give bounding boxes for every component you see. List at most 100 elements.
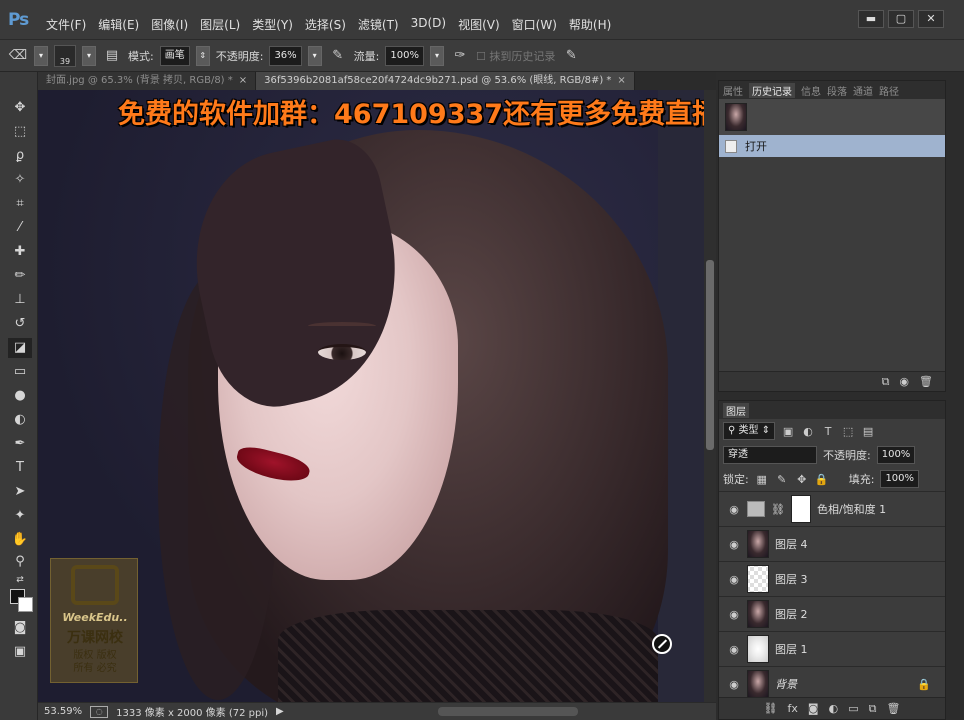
lock-transparency-icon[interactable]: ▦	[755, 473, 769, 486]
horizontal-scroll-thumb[interactable]	[438, 707, 578, 716]
layer-row-1[interactable]: ◉ 图层 1	[719, 631, 945, 666]
layer-row-4[interactable]: ◉ 图层 4	[719, 526, 945, 561]
layer-mask-thumbnail[interactable]	[790, 495, 811, 523]
shape-tool-icon[interactable]: ✦	[8, 506, 32, 526]
status-menu-arrow-icon[interactable]: ▶	[276, 706, 284, 717]
marquee-tool-icon[interactable]: ⬚	[8, 122, 32, 142]
document-tab-1[interactable]: 封面.jpg @ 65.3% (背景 拷贝, RGB/8) * ×	[38, 72, 257, 90]
eye-icon[interactable]: ◉	[727, 608, 741, 621]
zoom-tool-icon[interactable]: ⚲	[8, 552, 32, 572]
close-button[interactable]: ✕	[918, 10, 944, 28]
status-preview-icon[interactable]: ◌	[90, 705, 109, 718]
camera-icon[interactable]: ◉	[899, 375, 909, 388]
layer-opacity-input[interactable]: 100%	[876, 446, 916, 464]
menu-type[interactable]: 类型(Y)	[252, 16, 293, 33]
canvas[interactable]: 免费的软件加群：467109337还有更多免费直播体验课 WeekEdu.. 万…	[38, 90, 704, 702]
mode-dropdown-arrow[interactable]: ⇕	[195, 45, 210, 66]
menu-filter[interactable]: 滤镜(T)	[358, 16, 399, 33]
history-snapshot[interactable]	[719, 99, 945, 135]
pen-tool-icon[interactable]: ✒	[8, 434, 32, 454]
tab-history[interactable]: 历史记录	[749, 82, 795, 98]
eye-icon[interactable]: ◉	[727, 678, 741, 691]
layer-row-background[interactable]: ◉ 背景 🔒	[719, 666, 945, 701]
tab-properties[interactable]: 属性	[723, 83, 743, 98]
screen-mode-icon[interactable]: ▣	[8, 642, 32, 662]
maximize-button[interactable]: ▢	[888, 10, 914, 28]
eye-icon[interactable]: ◉	[727, 503, 741, 516]
vertical-scrollbar[interactable]	[704, 90, 716, 702]
menu-image[interactable]: 图像(I)	[151, 16, 188, 33]
opacity-input[interactable]: 36%	[269, 45, 302, 66]
brush-tool-icon[interactable]: ✏	[8, 266, 32, 286]
type-filter-icon[interactable]: T	[821, 425, 835, 438]
zoom-level[interactable]: 53.59%	[44, 706, 82, 717]
history-item-open[interactable]: 打开	[719, 135, 945, 157]
eraser-tool-icon[interactable]: ⌫	[8, 46, 28, 66]
move-tool-icon[interactable]: ✥	[8, 98, 32, 118]
layer-row-hue-saturation[interactable]: ◉ ⛓ 色相/饱和度 1	[719, 491, 945, 526]
menu-window[interactable]: 窗口(W)	[512, 16, 557, 33]
flow-dropdown-arrow[interactable]: ▾	[429, 45, 444, 66]
new-group-icon[interactable]: ▭	[848, 702, 858, 715]
lock-position-icon[interactable]: ✥	[795, 473, 809, 486]
menu-help[interactable]: 帮助(H)	[569, 16, 611, 33]
close-icon[interactable]: ×	[239, 75, 247, 86]
menu-edit[interactable]: 编辑(E)	[98, 16, 139, 33]
tab-info[interactable]: 信息	[801, 83, 821, 98]
brush-preset-dropdown[interactable]: ▾	[82, 45, 96, 66]
new-document-from-state-icon[interactable]: ⧉	[882, 375, 890, 389]
menu-layer[interactable]: 图层(L)	[200, 16, 240, 33]
minimize-button[interactable]: ▬	[858, 10, 884, 28]
blend-mode-select[interactable]: 穿透	[723, 446, 817, 464]
layer-filter-select[interactable]: ⚲ 类型 ⇕	[723, 422, 776, 440]
pixel-filter-icon[interactable]: ▣	[781, 425, 795, 438]
eraser-tool-icon[interactable]: ◪	[8, 338, 32, 358]
menu-view[interactable]: 视图(V)	[458, 16, 500, 33]
tab-paragraph[interactable]: 段落	[827, 83, 847, 98]
add-mask-icon[interactable]: ◙	[808, 702, 819, 715]
layer-style-icon[interactable]: fx	[788, 702, 798, 715]
brush-size-preview[interactable]: 39	[54, 44, 76, 67]
airbrush-icon[interactable]: ✑	[450, 46, 470, 66]
eyedropper-tool-icon[interactable]: ⁄	[8, 218, 32, 238]
tab-paths[interactable]: 路径	[879, 83, 899, 98]
history-brush-tool-icon[interactable]: ↺	[8, 314, 32, 334]
erase-to-history-checkbox[interactable]: ☐ 抹到历史记录	[476, 48, 555, 64]
background-color-swatch[interactable]	[18, 597, 33, 612]
tab-layers[interactable]: 图层	[723, 402, 749, 418]
menu-select[interactable]: 选择(S)	[305, 16, 346, 33]
new-adjustment-icon[interactable]: ◐	[829, 702, 839, 715]
healing-brush-tool-icon[interactable]: ✚	[8, 242, 32, 262]
pressure-size-icon[interactable]: ✎	[561, 46, 581, 66]
flow-input[interactable]: 100%	[385, 45, 424, 66]
mode-select[interactable]: 画笔	[159, 45, 190, 66]
quick-mask-icon[interactable]: ◙	[8, 618, 32, 638]
hand-tool-icon[interactable]: ✋	[8, 530, 32, 550]
shape-filter-icon[interactable]: ⬚	[841, 425, 855, 438]
trash-icon[interactable]: 🗑	[919, 375, 933, 388]
path-select-tool-icon[interactable]: ➤	[8, 482, 32, 502]
menu-file[interactable]: 文件(F)	[46, 16, 86, 33]
blur-tool-icon[interactable]: ●	[8, 386, 32, 406]
smart-object-filter-icon[interactable]: ▤	[861, 425, 875, 438]
vertical-scroll-thumb[interactable]	[706, 260, 714, 450]
eye-icon[interactable]: ◉	[727, 573, 741, 586]
fill-input[interactable]: 100%	[880, 470, 920, 488]
opacity-dropdown-arrow[interactable]: ▾	[307, 45, 322, 66]
type-tool-icon[interactable]: T	[8, 458, 32, 478]
tab-channels[interactable]: 通道	[853, 83, 873, 98]
layer-row-2[interactable]: ◉ 图层 2	[719, 596, 945, 631]
layer-row-3[interactable]: ◉ 图层 3	[719, 561, 945, 596]
pressure-opacity-icon[interactable]: ✎	[328, 46, 348, 66]
menu-3d[interactable]: 3D(D)	[411, 16, 446, 33]
clone-stamp-tool-icon[interactable]: ⊥	[8, 290, 32, 310]
brush-panel-icon[interactable]: ▤	[102, 46, 122, 66]
eye-icon[interactable]: ◉	[727, 538, 741, 551]
quick-select-tool-icon[interactable]: ✧	[8, 170, 32, 190]
trash-icon[interactable]: 🗑	[886, 702, 900, 715]
lock-pixels-icon[interactable]: ✎	[775, 473, 789, 486]
lasso-tool-icon[interactable]: ϼ	[8, 146, 32, 166]
crop-tool-icon[interactable]: ⌗	[8, 194, 32, 214]
lock-all-icon[interactable]: 🔒	[815, 473, 829, 486]
new-layer-icon[interactable]: ⧉	[869, 702, 877, 716]
